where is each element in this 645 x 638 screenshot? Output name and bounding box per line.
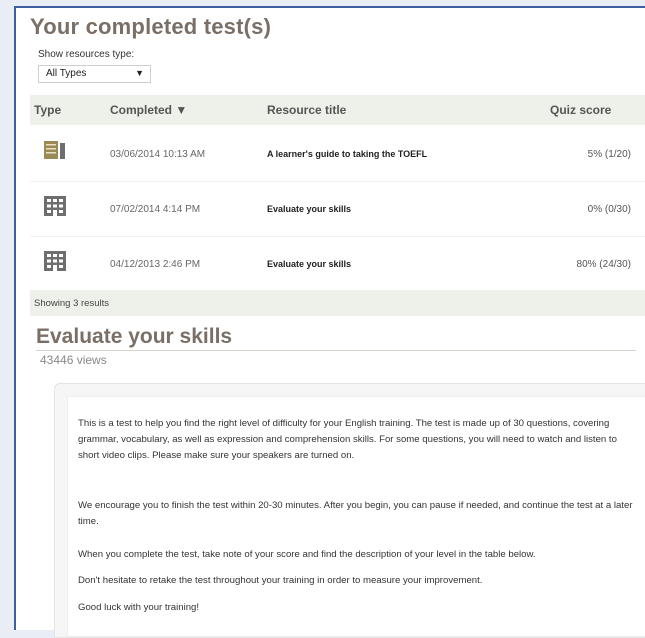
completed-date: 07/02/2014 4:14 PM xyxy=(110,204,201,215)
resource-type-select[interactable]: All Types ▼ xyxy=(38,65,151,83)
description-panel: This is a test to help you find the righ… xyxy=(54,383,645,638)
content-frame: Your completed test(s) Show resources ty… xyxy=(14,6,645,638)
building-icon xyxy=(44,251,66,274)
results-count-bar: Showing 3 results xyxy=(30,290,645,316)
description-paragraph: We encourage you to finish the test with… xyxy=(78,500,633,527)
column-header-completed[interactable]: Completed ▼ xyxy=(110,103,187,117)
quiz-score: 0% (0/30) xyxy=(587,204,631,215)
page-title: Your completed test(s) xyxy=(30,14,272,39)
column-header-quiz-score: Quiz score xyxy=(550,103,612,117)
quiz-score: 5% (1/20) xyxy=(587,149,631,160)
resource-type-selected: All Types xyxy=(46,68,87,79)
quiz-score: 80% (24/30) xyxy=(576,259,631,270)
resource-title-link[interactable]: Evaluate your skills xyxy=(267,259,351,269)
section-title: Evaluate your skills xyxy=(36,325,233,348)
description-paragraph: This is a test to help you find the righ… xyxy=(78,418,617,461)
resource-title-link[interactable]: A learner's guide to taking the TOEFL xyxy=(267,149,427,159)
results-table-header: Type Completed ▼ Resource title Quiz sco… xyxy=(30,95,645,125)
resource-title-link[interactable]: Evaluate your skills xyxy=(267,204,351,214)
table-row: 04/12/2013 2:46 PM Evaluate your skills … xyxy=(30,237,645,292)
description-paragraph: When you complete the test, take note of… xyxy=(78,549,536,560)
description-body: This is a test to help you find the righ… xyxy=(67,396,645,637)
building-icon xyxy=(44,196,66,219)
description-paragraph: Don't hesitate to retake the test throug… xyxy=(78,575,483,586)
completed-date: 03/06/2014 10:13 AM xyxy=(110,149,206,160)
resource-type-label: Show resources type: xyxy=(38,49,135,60)
column-header-type: Type xyxy=(34,103,62,117)
table-row: 07/02/2014 4:14 PM Evaluate your skills … xyxy=(30,182,645,237)
completed-date: 04/12/2013 2:46 PM xyxy=(110,259,201,270)
view-count: 43446 views xyxy=(40,353,107,367)
description-paragraph: Good luck with your training! xyxy=(78,602,200,613)
table-row: 03/06/2014 10:13 AM A learner's guide to… xyxy=(30,127,645,182)
section-divider xyxy=(36,350,636,351)
results-count: Showing 3 results xyxy=(34,298,109,309)
book-icon xyxy=(44,141,66,162)
dropdown-arrow-icon: ▼ xyxy=(135,68,144,78)
column-header-resource-title: Resource title xyxy=(267,103,347,117)
